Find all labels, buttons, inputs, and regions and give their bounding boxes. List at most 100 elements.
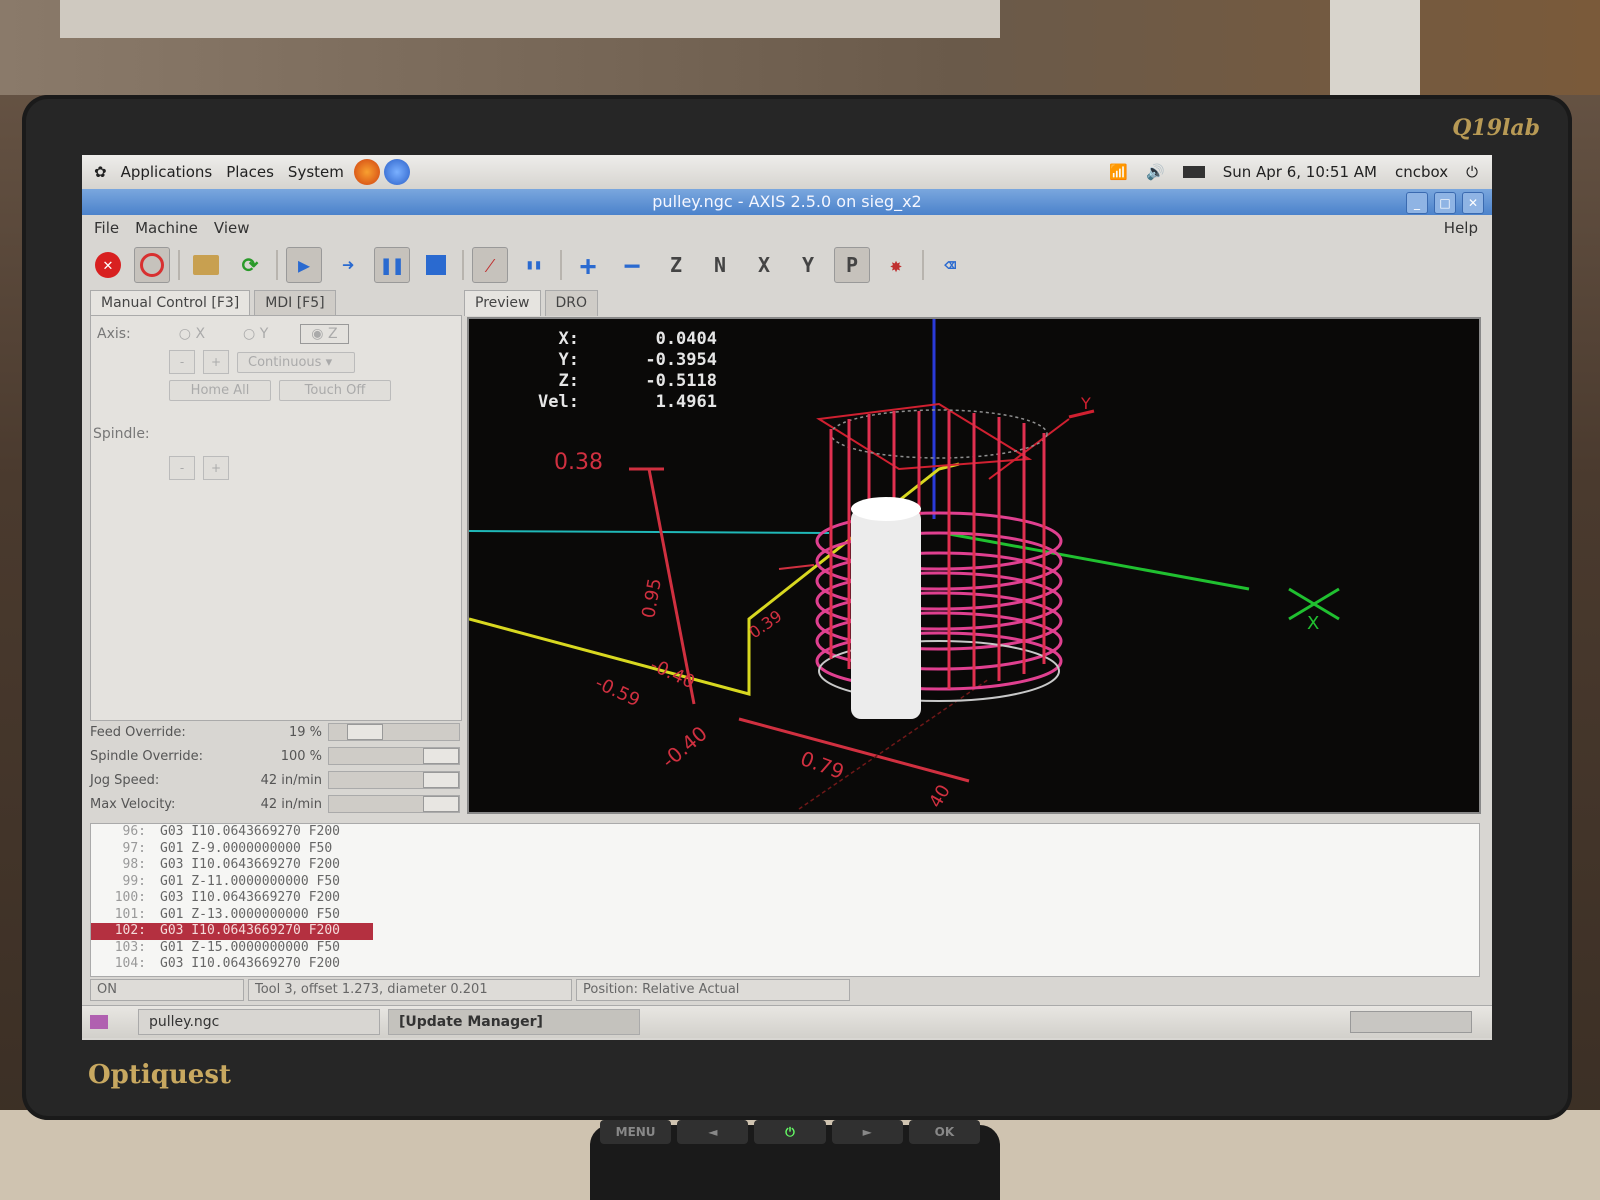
gcode-line[interactable]: 96: G03 I10.0643669270 F200: [91, 824, 1479, 841]
help-icon[interactable]: [383, 159, 410, 185]
axis-y-radio[interactable]: ○ Y: [243, 326, 268, 342]
slider-thumb[interactable]: [423, 772, 459, 788]
wifi-icon[interactable]: 📶: [1109, 163, 1128, 181]
gcode-line[interactable]: 101: G01 Z-13.0000000000 F50: [91, 907, 1479, 924]
view-x-icon[interactable]: X: [746, 247, 782, 283]
dim-label: -0.59: [592, 672, 643, 711]
tab-dro[interactable]: DRO: [544, 290, 599, 316]
spindle-minus-button[interactable]: -: [169, 456, 195, 480]
monitor-brand-logo: Optiquest: [88, 1060, 231, 1090]
monitor-left-button[interactable]: ◄: [677, 1120, 749, 1144]
gcode-listing[interactable]: 96: G03 I10.0643669270 F200 97: G01 Z-9.00…: [90, 823, 1480, 977]
power-icon[interactable]: ⏻: [1466, 163, 1478, 181]
close-icon[interactable]: ✕: [1462, 192, 1484, 214]
user-menu[interactable]: cncbox: [1395, 163, 1448, 181]
battery-icon[interactable]: [1182, 166, 1205, 178]
tab-mdi[interactable]: MDI [F5]: [254, 290, 336, 316]
show-desktop-icon[interactable]: [90, 1015, 108, 1029]
monitor-right-button[interactable]: ►: [831, 1120, 903, 1144]
task-pulley[interactable]: pulley.ngc: [138, 1009, 380, 1035]
minimize-icon[interactable]: _: [1406, 192, 1428, 214]
menu-view[interactable]: View: [214, 219, 250, 237]
jog-speed-slider[interactable]: [328, 771, 460, 789]
tool-cylinder: [851, 509, 921, 719]
home-row: Home All Touch Off: [169, 380, 391, 401]
spindle-override-value: 100 %: [280, 748, 322, 764]
rotate-view-icon[interactable]: ✸: [878, 247, 914, 283]
spindle-label: Spindle:: [93, 426, 150, 442]
menu-help[interactable]: Help: [1444, 219, 1478, 237]
firefox-icon[interactable]: [353, 159, 380, 185]
gcode-line-current[interactable]: 102: G03 I10.0643669270 F200: [91, 923, 373, 940]
feed-override-slider[interactable]: [328, 723, 460, 741]
slider-thumb[interactable]: [347, 724, 383, 740]
slider-thumb[interactable]: [423, 796, 459, 812]
stop-icon[interactable]: [418, 247, 454, 283]
volume-icon[interactable]: 🔊: [1146, 163, 1165, 181]
applications-menu[interactable]: Applications: [121, 163, 213, 181]
toolpath-preview[interactable]: X Y 0.38 0.95 -0.40 -0.59 0.39 -0.40 0.7…: [467, 317, 1481, 814]
jog-plus-button[interactable]: +: [203, 350, 229, 374]
step-icon[interactable]: ➜: [330, 247, 366, 283]
monitor-buttons: MENU ◄ ⏻ ► OK: [600, 1120, 981, 1144]
gcode-line[interactable]: 100: G03 I10.0643669270 F200: [91, 890, 1479, 907]
axis-z-radio[interactable]: ◉ Z: [300, 324, 349, 344]
touch-off-button[interactable]: Touch Off: [279, 380, 391, 401]
window-title-bar[interactable]: pulley.ngc - AXIS 2.5.0 on sieg_x2 _ □ ✕: [82, 189, 1492, 215]
jog-minus-button[interactable]: -: [169, 350, 195, 374]
gcode-line[interactable]: 98: G03 I10.0643669270 F200: [91, 857, 1479, 874]
block-delete-icon[interactable]: ⁄: [472, 247, 508, 283]
gnome-foot-icon[interactable]: ✿: [94, 163, 107, 181]
maximize-icon[interactable]: □: [1434, 192, 1456, 214]
max-velocity-label: Max Velocity:: [90, 796, 176, 812]
max-velocity-slider[interactable]: [328, 795, 460, 813]
jog-speed-label: Jog Speed:: [90, 772, 160, 788]
estop-icon[interactable]: ✕: [90, 247, 126, 283]
gcode-line[interactable]: 103: G01 Z-15.0000000000 F50: [91, 940, 1479, 957]
dro-vel-label: Vel:: [538, 392, 579, 412]
wall-bracket: [1330, 0, 1420, 95]
jog-row: - + Continuous ▾: [169, 350, 355, 374]
tab-manual-control[interactable]: Manual Control [F3]: [90, 290, 251, 316]
workspace-switcher[interactable]: [1350, 1011, 1472, 1033]
toolbar-separator: [276, 250, 278, 280]
task-update-manager[interactable]: [Update Manager]: [388, 1009, 640, 1035]
open-folder-icon[interactable]: [188, 247, 224, 283]
dro-x-label: X:: [558, 329, 579, 349]
slider-thumb[interactable]: [423, 748, 459, 764]
clear-backplot-icon[interactable]: ⌫: [932, 247, 968, 283]
spindle-plus-button[interactable]: +: [203, 456, 229, 480]
gcode-line[interactable]: 104: G03 I10.0643669270 F200: [91, 956, 1479, 973]
tab-preview[interactable]: Preview: [464, 290, 541, 316]
run-icon[interactable]: ▶: [286, 247, 322, 283]
clock[interactable]: Sun Apr 6, 10:51 AM: [1223, 163, 1377, 181]
monitor-power-button[interactable]: ⏻: [754, 1120, 826, 1144]
monitor-menu-button[interactable]: MENU: [600, 1120, 672, 1144]
view-perspective-icon[interactable]: P: [834, 247, 870, 283]
view-y-icon[interactable]: Y: [790, 247, 826, 283]
reload-icon[interactable]: ⟳: [232, 247, 268, 283]
zoom-out-icon[interactable]: −: [614, 247, 650, 283]
spindle-override-label: Spindle Override:: [90, 748, 203, 764]
spindle-override-slider[interactable]: [328, 747, 460, 765]
menu-machine[interactable]: Machine: [135, 219, 198, 237]
pause-icon[interactable]: ❚❚: [374, 247, 410, 283]
toolbar-separator: [178, 250, 180, 280]
window-title: pulley.ngc - AXIS 2.5.0 on sieg_x2: [652, 192, 922, 211]
menu-file[interactable]: File: [94, 219, 119, 237]
axis-x-radio[interactable]: ○ X: [179, 326, 205, 342]
monitor-ok-button[interactable]: OK: [908, 1120, 981, 1144]
jog-increment-select[interactable]: Continuous ▾: [237, 351, 355, 373]
jog-speed-row: Jog Speed: 42 in/min: [90, 769, 460, 791]
optional-stop-icon[interactable]: ▮▮: [516, 247, 552, 283]
home-all-button[interactable]: Home All: [169, 380, 271, 401]
x-axis-line: [948, 532, 1250, 591]
view-z-icon[interactable]: Z: [658, 247, 694, 283]
gcode-line[interactable]: 99: G01 Z-11.0000000000 F50: [91, 874, 1479, 891]
places-menu[interactable]: Places: [226, 163, 274, 181]
view-z-rotated-icon[interactable]: N: [702, 247, 738, 283]
gcode-line[interactable]: 97: G01 Z-9.0000000000 F50: [91, 841, 1479, 858]
machine-power-icon[interactable]: [134, 247, 170, 283]
zoom-in-icon[interactable]: +: [570, 247, 606, 283]
system-menu[interactable]: System: [288, 163, 344, 181]
